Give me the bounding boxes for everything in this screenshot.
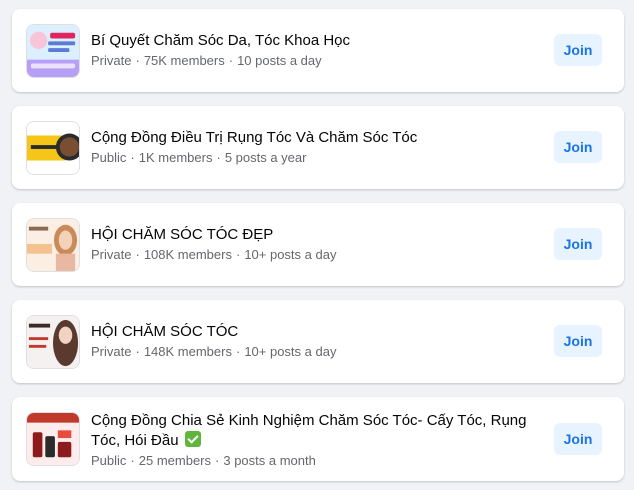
group-privacy: Public (91, 150, 127, 165)
meta-separator: · (235, 344, 241, 359)
group-meta: Public · 1K members · 5 posts a year (91, 149, 541, 166)
group-meta: Private · 148K members · 10+ posts a day (91, 343, 541, 360)
group-meta: Private · 108K members · 10+ posts a day (91, 246, 541, 263)
group-name[interactable]: HỘI CHĂM SÓC TÓC (91, 322, 541, 342)
group-cover-image (27, 413, 79, 465)
group-card[interactable]: HỘI CHĂM SÓC TÓC Private · 148K members · 10… (12, 300, 624, 383)
join-group-button[interactable]: Join (554, 131, 602, 163)
group-cover-image (27, 316, 79, 368)
group-member-count: 108K members (143, 247, 232, 262)
group-activity: 10 posts a day (237, 53, 322, 68)
group-name-text: Cộng Đồng Chia Sẻ Kinh Nghiệm Chăm Sóc T… (91, 412, 527, 449)
group-cover-thumbnail[interactable] (26, 121, 80, 175)
group-member-count: 25 members (138, 453, 212, 468)
group-card[interactable]: Cộng Đồng Điều Trị Rụng Tóc Và Chăm Sóc … (12, 106, 624, 189)
meta-separator: · (135, 53, 140, 68)
check-mark-emoji-icon (184, 431, 201, 447)
group-member-count: 1K members (138, 150, 213, 165)
meta-separator: · (235, 247, 241, 262)
group-member-count: 148K members (143, 344, 232, 359)
group-activity: 3 posts a month (223, 453, 316, 468)
group-cover-thumbnail[interactable] (26, 315, 80, 369)
meta-separator: · (135, 344, 140, 359)
group-card[interactable]: HỘI CHĂM SÓC TÓC ĐẸP Private · 108K member… (12, 203, 624, 286)
group-cover-image (27, 219, 79, 271)
group-name[interactable]: Bí Quyết Chăm Sóc Da, Tóc Khoa Học (91, 31, 541, 51)
meta-separator: · (228, 53, 234, 68)
meta-separator: · (135, 247, 140, 262)
meta-separator: · (216, 150, 221, 165)
group-card[interactable]: Bí Quyết Chăm Sóc Da, Tóc Khoa Học Priva… (12, 9, 624, 92)
group-name[interactable]: Cộng Đồng Chia Sẻ Kinh Nghiệm Chăm Sóc T… (91, 411, 541, 451)
meta-separator: · (130, 150, 135, 165)
group-privacy: Public (91, 453, 127, 468)
group-activity: 5 posts a year (224, 150, 307, 165)
group-cover-image (27, 122, 79, 174)
meta-separator: · (130, 453, 135, 468)
group-cover-image (27, 25, 79, 77)
group-privacy: Private (91, 53, 132, 68)
group-meta: Private · 75K members · 10 posts a day (91, 52, 541, 69)
join-group-button[interactable]: Join (554, 228, 602, 260)
group-activity: 10+ posts a day (244, 344, 337, 359)
group-privacy: Private (91, 344, 132, 359)
join-group-button[interactable]: Join (554, 423, 602, 455)
meta-separator: · (215, 453, 220, 468)
group-cover-thumbnail[interactable] (26, 218, 80, 272)
join-group-button[interactable]: Join (554, 34, 602, 66)
group-meta: Public · 25 members · 3 posts a month (91, 452, 541, 469)
group-cover-thumbnail[interactable] (26, 412, 80, 466)
group-activity: 10+ posts a day (244, 247, 337, 262)
group-member-count: 75K members (143, 53, 225, 68)
group-name[interactable]: Cộng Đồng Điều Trị Rụng Tóc Và Chăm Sóc … (91, 128, 541, 148)
group-results-list: Bí Quyết Chăm Sóc Da, Tóc Khoa Học Priva… (0, 0, 634, 490)
group-cover-thumbnail[interactable] (26, 24, 80, 78)
group-name[interactable]: HỘI CHĂM SÓC TÓC ĐẸP (91, 225, 541, 245)
group-privacy: Private (91, 247, 132, 262)
group-card[interactable]: Cộng Đồng Chia Sẻ Kinh Nghiệm Chăm Sóc T… (12, 397, 624, 481)
join-group-button[interactable]: Join (554, 325, 602, 357)
